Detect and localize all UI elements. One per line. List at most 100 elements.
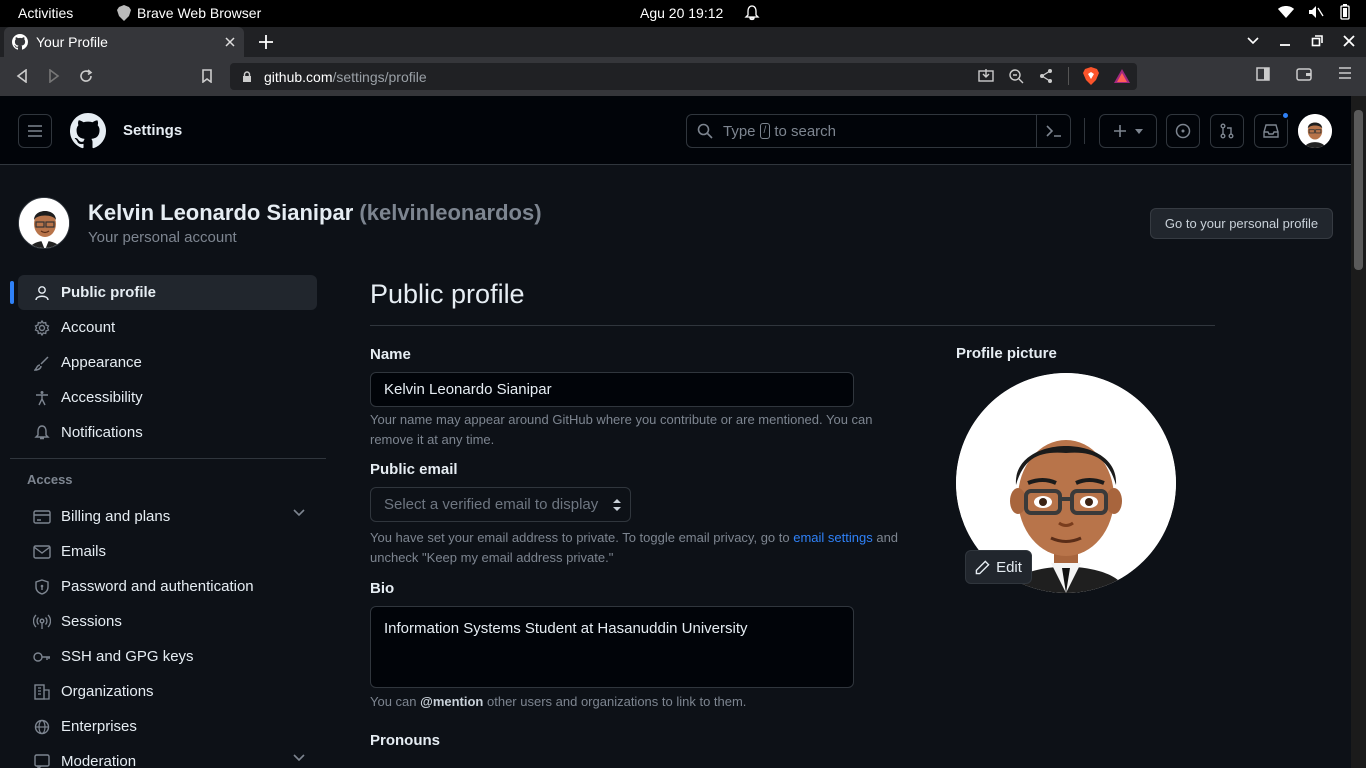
plus-icon xyxy=(1113,124,1127,138)
sidebar-item-label: Password and authentication xyxy=(61,578,254,595)
name-hint: Your name may appear around GitHub where… xyxy=(370,412,873,447)
app-menu[interactable]: Brave Web Browser xyxy=(117,5,261,21)
sidebar-item-label: Accessibility xyxy=(61,389,143,406)
activities-button[interactable]: Activities xyxy=(18,5,73,21)
bookmark-icon[interactable] xyxy=(197,66,217,86)
brave-rewards-icon[interactable] xyxy=(1113,68,1131,84)
tab-close-icon[interactable] xyxy=(220,37,240,47)
minimize-icon[interactable] xyxy=(1278,32,1292,50)
email-hint-text: You have set your email address to priva… xyxy=(370,530,790,545)
tab-list-chevron-icon[interactable] xyxy=(1246,32,1260,50)
sidebar-item-organizations[interactable]: Organizations xyxy=(18,674,317,709)
account-avatar xyxy=(18,197,70,249)
edit-profile-picture-button[interactable]: Edit xyxy=(965,550,1032,584)
user-avatar[interactable] xyxy=(1298,114,1332,148)
sidebar-item-moderation[interactable]: Moderation xyxy=(18,744,317,768)
context-title[interactable]: Settings xyxy=(123,122,182,139)
tab-your-profile[interactable]: Your Profile xyxy=(4,27,244,57)
app-name: Brave Web Browser xyxy=(137,5,262,21)
header-divider xyxy=(1084,118,1085,144)
github-logo-icon[interactable] xyxy=(70,113,106,149)
new-tab-plus-icon[interactable] xyxy=(256,32,276,52)
menu-icon[interactable] xyxy=(1338,67,1352,81)
sidebar-item-enterprises[interactable]: Enterprises xyxy=(18,709,317,744)
os-top-bar: Activities Brave Web Browser Agu 20 19:1… xyxy=(0,0,1366,27)
url-path: /settings/profile xyxy=(332,68,427,85)
search-input[interactable]: Type / to search xyxy=(686,114,1071,148)
sidebar-heading-access: Access xyxy=(27,472,73,487)
address-bar[interactable]: github.com/settings/profile xyxy=(230,63,1137,90)
zoom-icon[interactable] xyxy=(1008,68,1024,84)
search-shortcut-key: / xyxy=(759,123,771,139)
bio-textarea[interactable]: Information Systems Student at Hasanuddi… xyxy=(370,606,854,688)
github-header: Settings Type / to search xyxy=(0,96,1351,165)
sidebar-item-public-profile[interactable]: Public profile xyxy=(10,275,317,310)
close-window-icon[interactable] xyxy=(1342,32,1356,50)
sidebar-item-ssh-gpg-keys[interactable]: SSH and GPG keys xyxy=(18,639,317,674)
settings-page: Kelvin Leonardo Sianipar (kelvinleonardo… xyxy=(0,165,1351,768)
sidebar-item-emails[interactable]: Emails xyxy=(18,534,317,569)
issue-opened-icon xyxy=(1175,123,1191,139)
triangle-down-icon xyxy=(1135,128,1143,134)
bell-icon xyxy=(33,424,51,442)
browser-toolbar: github.com/settings/profile xyxy=(0,57,1366,96)
sidebar-item-notifications[interactable]: Notifications xyxy=(18,415,317,450)
share-icon[interactable] xyxy=(1038,68,1054,84)
mail-icon xyxy=(33,543,51,561)
paintbrush-icon xyxy=(33,354,51,372)
email-settings-link[interactable]: email settings xyxy=(793,530,872,545)
bio-hint-text-end: other users and organizations to link to… xyxy=(487,694,747,709)
window-controls xyxy=(1246,32,1356,50)
page-scrollbar[interactable] xyxy=(1351,96,1366,768)
scrollbar-thumb[interactable] xyxy=(1354,110,1363,270)
settings-sidebar: Public profile Account Appearance Access… xyxy=(10,275,326,768)
sidebar-item-sessions[interactable]: Sessions xyxy=(18,604,317,639)
accessibility-icon xyxy=(33,389,51,407)
back-icon[interactable] xyxy=(12,66,32,86)
brave-shields-icon[interactable] xyxy=(1083,67,1099,85)
sidebar-item-password-authentication[interactable]: Password and authentication xyxy=(18,569,317,604)
public-email-select[interactable]: Select a verified email to display xyxy=(370,487,631,522)
sidebar-item-label: Emails xyxy=(61,543,107,560)
sidebar-toggle-icon[interactable] xyxy=(1256,67,1270,81)
sidebar-item-label: Sessions xyxy=(61,613,122,630)
three-bars-icon xyxy=(27,124,43,138)
inbox-button[interactable] xyxy=(1254,111,1290,148)
person-icon xyxy=(33,284,51,302)
chevron-down-icon[interactable] xyxy=(293,509,305,517)
pull-requests-button[interactable] xyxy=(1210,114,1244,148)
reload-icon[interactable] xyxy=(76,66,96,86)
account-subtitle: Your personal account xyxy=(88,229,237,246)
maximize-icon[interactable] xyxy=(1310,32,1324,50)
sidebar-item-appearance[interactable]: Appearance xyxy=(18,345,317,380)
pencil-icon xyxy=(975,559,990,575)
name-label: Name xyxy=(370,346,411,363)
name-field[interactable]: Kelvin Leonardo Sianipar xyxy=(370,372,854,407)
credit-card-icon xyxy=(33,508,51,526)
page-title: Public profile xyxy=(370,279,1215,326)
sidebar-divider xyxy=(10,458,326,459)
sidebar-item-label: Billing and plans xyxy=(61,508,171,525)
install-app-icon[interactable] xyxy=(978,68,994,84)
account-login: (kelvinleonardos) xyxy=(359,200,542,225)
create-new-button[interactable] xyxy=(1099,114,1157,148)
issues-button[interactable] xyxy=(1166,114,1200,148)
open-global-nav-button[interactable] xyxy=(18,114,52,148)
forward-icon[interactable] xyxy=(44,66,64,86)
chevron-down-icon[interactable] xyxy=(293,754,305,762)
sidebar-item-label: Enterprises xyxy=(61,718,137,735)
brave-icon xyxy=(117,5,131,21)
broadcast-icon xyxy=(33,613,51,631)
go-to-profile-button[interactable]: Go to your personal profile xyxy=(1150,208,1333,239)
inbox-icon xyxy=(1263,124,1279,138)
github-favicon-icon xyxy=(12,34,28,50)
clock[interactable]: Agu 20 19:12 xyxy=(640,5,723,21)
command-palette-icon[interactable] xyxy=(1036,115,1070,147)
sidebar-item-billing[interactable]: Billing and plans xyxy=(18,499,317,534)
pronouns-label: Pronouns xyxy=(370,732,440,749)
lock-icon[interactable] xyxy=(242,70,252,83)
system-tray[interactable] xyxy=(1278,4,1352,20)
sidebar-item-account[interactable]: Account xyxy=(18,310,317,345)
sidebar-item-accessibility[interactable]: Accessibility xyxy=(18,380,317,415)
wallet-icon[interactable] xyxy=(1296,67,1312,81)
